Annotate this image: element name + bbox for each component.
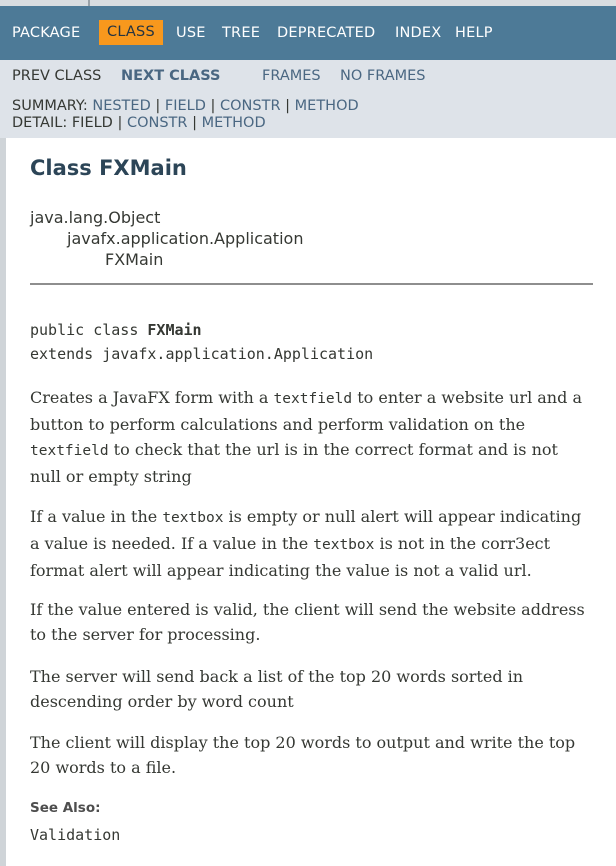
inheritance-root[interactable]: java.lang.Object xyxy=(30,208,160,227)
description-paragraph-3: If the value entered is valid, the clien… xyxy=(30,600,585,644)
description-paragraph-1: Creates a JavaFX form with a textfield t… xyxy=(30,388,582,486)
summary-label: SUMMARY: xyxy=(12,98,88,114)
divider xyxy=(30,283,593,285)
separator: | xyxy=(155,98,161,114)
nav-help[interactable]: HELP xyxy=(455,25,493,41)
nav-tree[interactable]: TREE xyxy=(222,25,260,41)
inheritance-parent[interactable]: javafx.application.Application xyxy=(67,229,303,248)
nav-class: CLASS xyxy=(99,20,163,45)
code-textbox: textbox xyxy=(162,510,224,526)
separator: | xyxy=(117,115,123,131)
separator: | xyxy=(210,98,216,114)
prev-class-label: PREV CLASS xyxy=(12,68,102,84)
nav-index[interactable]: INDEX xyxy=(395,25,441,41)
code-textfield: textfield xyxy=(273,391,353,407)
detail-label: DETAIL: xyxy=(12,115,68,131)
see-also-label: See Also: xyxy=(30,800,101,816)
description-paragraph-4: The server will send back a list of the … xyxy=(30,667,524,711)
summary-nested-link[interactable]: NESTED xyxy=(92,98,150,114)
nav-package[interactable]: PACKAGE xyxy=(12,25,80,41)
inheritance-current: FXMain xyxy=(105,250,164,269)
summary-constr-link[interactable]: CONSTR xyxy=(220,98,281,114)
page-title: Class FXMain xyxy=(30,156,187,180)
code-textbox: textbox xyxy=(313,537,375,553)
detail-constr-link[interactable]: CONSTR xyxy=(127,115,188,131)
summary-row: SUMMARY: NESTED | FIELD | CONSTR | METHO… xyxy=(12,98,359,114)
detail-method-link[interactable]: METHOD xyxy=(202,115,266,131)
separator: | xyxy=(285,98,291,114)
separator: | xyxy=(192,115,197,131)
description-paragraph-5: The client will display the top 20 words… xyxy=(30,733,576,777)
signature-prefix: public class xyxy=(30,321,148,339)
description-paragraph-2: If a value in the textbox is empty or nu… xyxy=(30,507,582,580)
next-class-link[interactable]: NEXT CLASS xyxy=(121,68,221,84)
class-signature: public class FXMain xyxy=(30,321,202,339)
detail-row: DETAIL: FIELD | CONSTR | METHOD xyxy=(12,115,266,131)
detail-field: FIELD xyxy=(71,115,113,131)
nav-deprecated[interactable]: DEPRECATED xyxy=(277,25,375,41)
top-navbar: PACKAGE CLASS USE TREE DEPRECATED INDEX … xyxy=(0,6,616,60)
code-textfield: textfield xyxy=(30,443,109,459)
nav-use[interactable]: USE xyxy=(176,25,206,41)
no-frames-link[interactable]: NO FRAMES xyxy=(340,68,426,84)
extends-clause: extends javafx.application.Application xyxy=(30,345,374,363)
summary-field-link[interactable]: FIELD xyxy=(165,98,206,114)
see-also-link[interactable]: Validation xyxy=(30,826,120,844)
summary-method-link[interactable]: METHOD xyxy=(295,98,359,114)
sub-navbar: PREV CLASS NEXT CLASS FRAMES NO FRAMES S… xyxy=(0,60,616,138)
signature-class-name: FXMain xyxy=(147,321,202,339)
frames-link[interactable]: FRAMES xyxy=(262,68,321,84)
left-border xyxy=(0,138,6,866)
